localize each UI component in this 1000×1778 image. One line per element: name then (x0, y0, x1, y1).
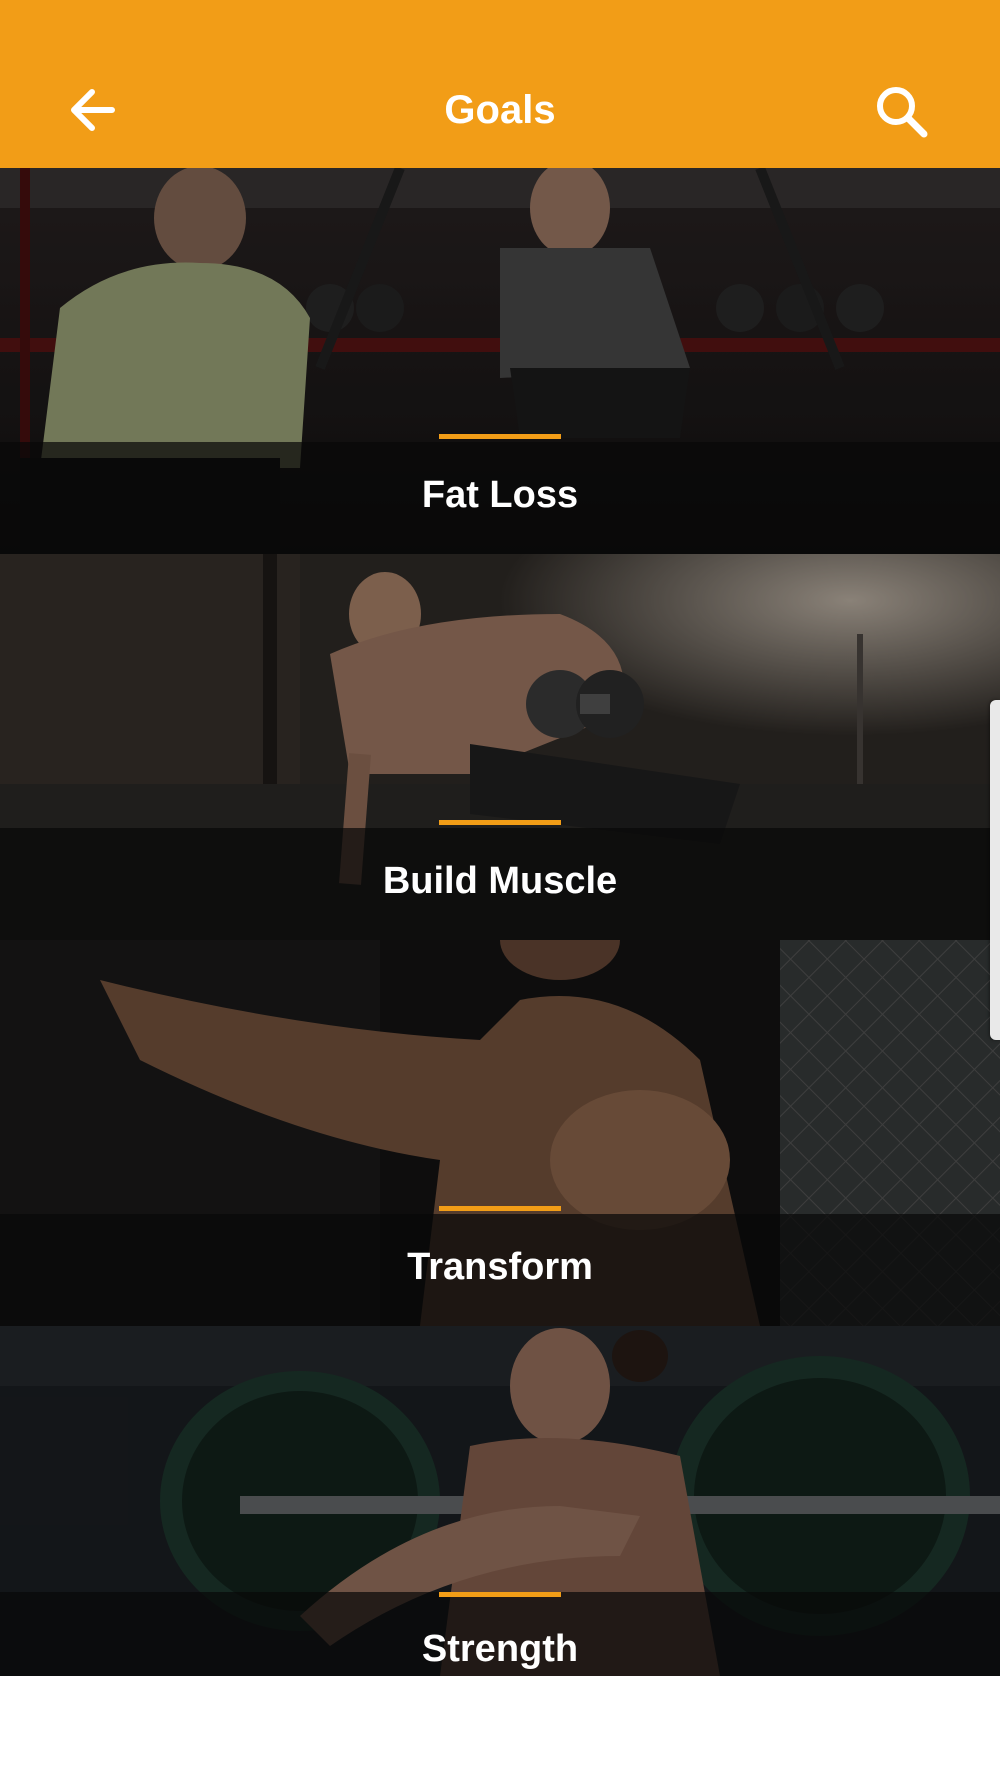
goal-label: Build Muscle (382, 860, 618, 902)
goal-label: Fat Loss (421, 474, 579, 516)
search-icon (877, 87, 928, 138)
search-button[interactable] (872, 82, 932, 142)
goal-list: Fat Loss Build Muscle Transform Strength (0, 168, 1000, 1676)
accent-line (439, 820, 561, 825)
goal-label: Strength (421, 1628, 579, 1670)
goal-label: Transform (407, 1246, 593, 1288)
accent-line (439, 434, 561, 439)
goal-card-build-muscle[interactable]: Build Muscle (0, 554, 1000, 940)
accent-line (439, 1206, 561, 1211)
app-bar: Goals (0, 0, 1000, 168)
goal-card-fat-loss[interactable]: Fat Loss (0, 168, 1000, 554)
scroll-indicator[interactable] (990, 700, 1000, 1040)
goal-card-strength[interactable]: Strength (0, 1326, 1000, 1676)
goal-card-transform[interactable]: Transform (0, 940, 1000, 1326)
page-title: Goals (444, 88, 556, 132)
accent-line (439, 1592, 561, 1597)
